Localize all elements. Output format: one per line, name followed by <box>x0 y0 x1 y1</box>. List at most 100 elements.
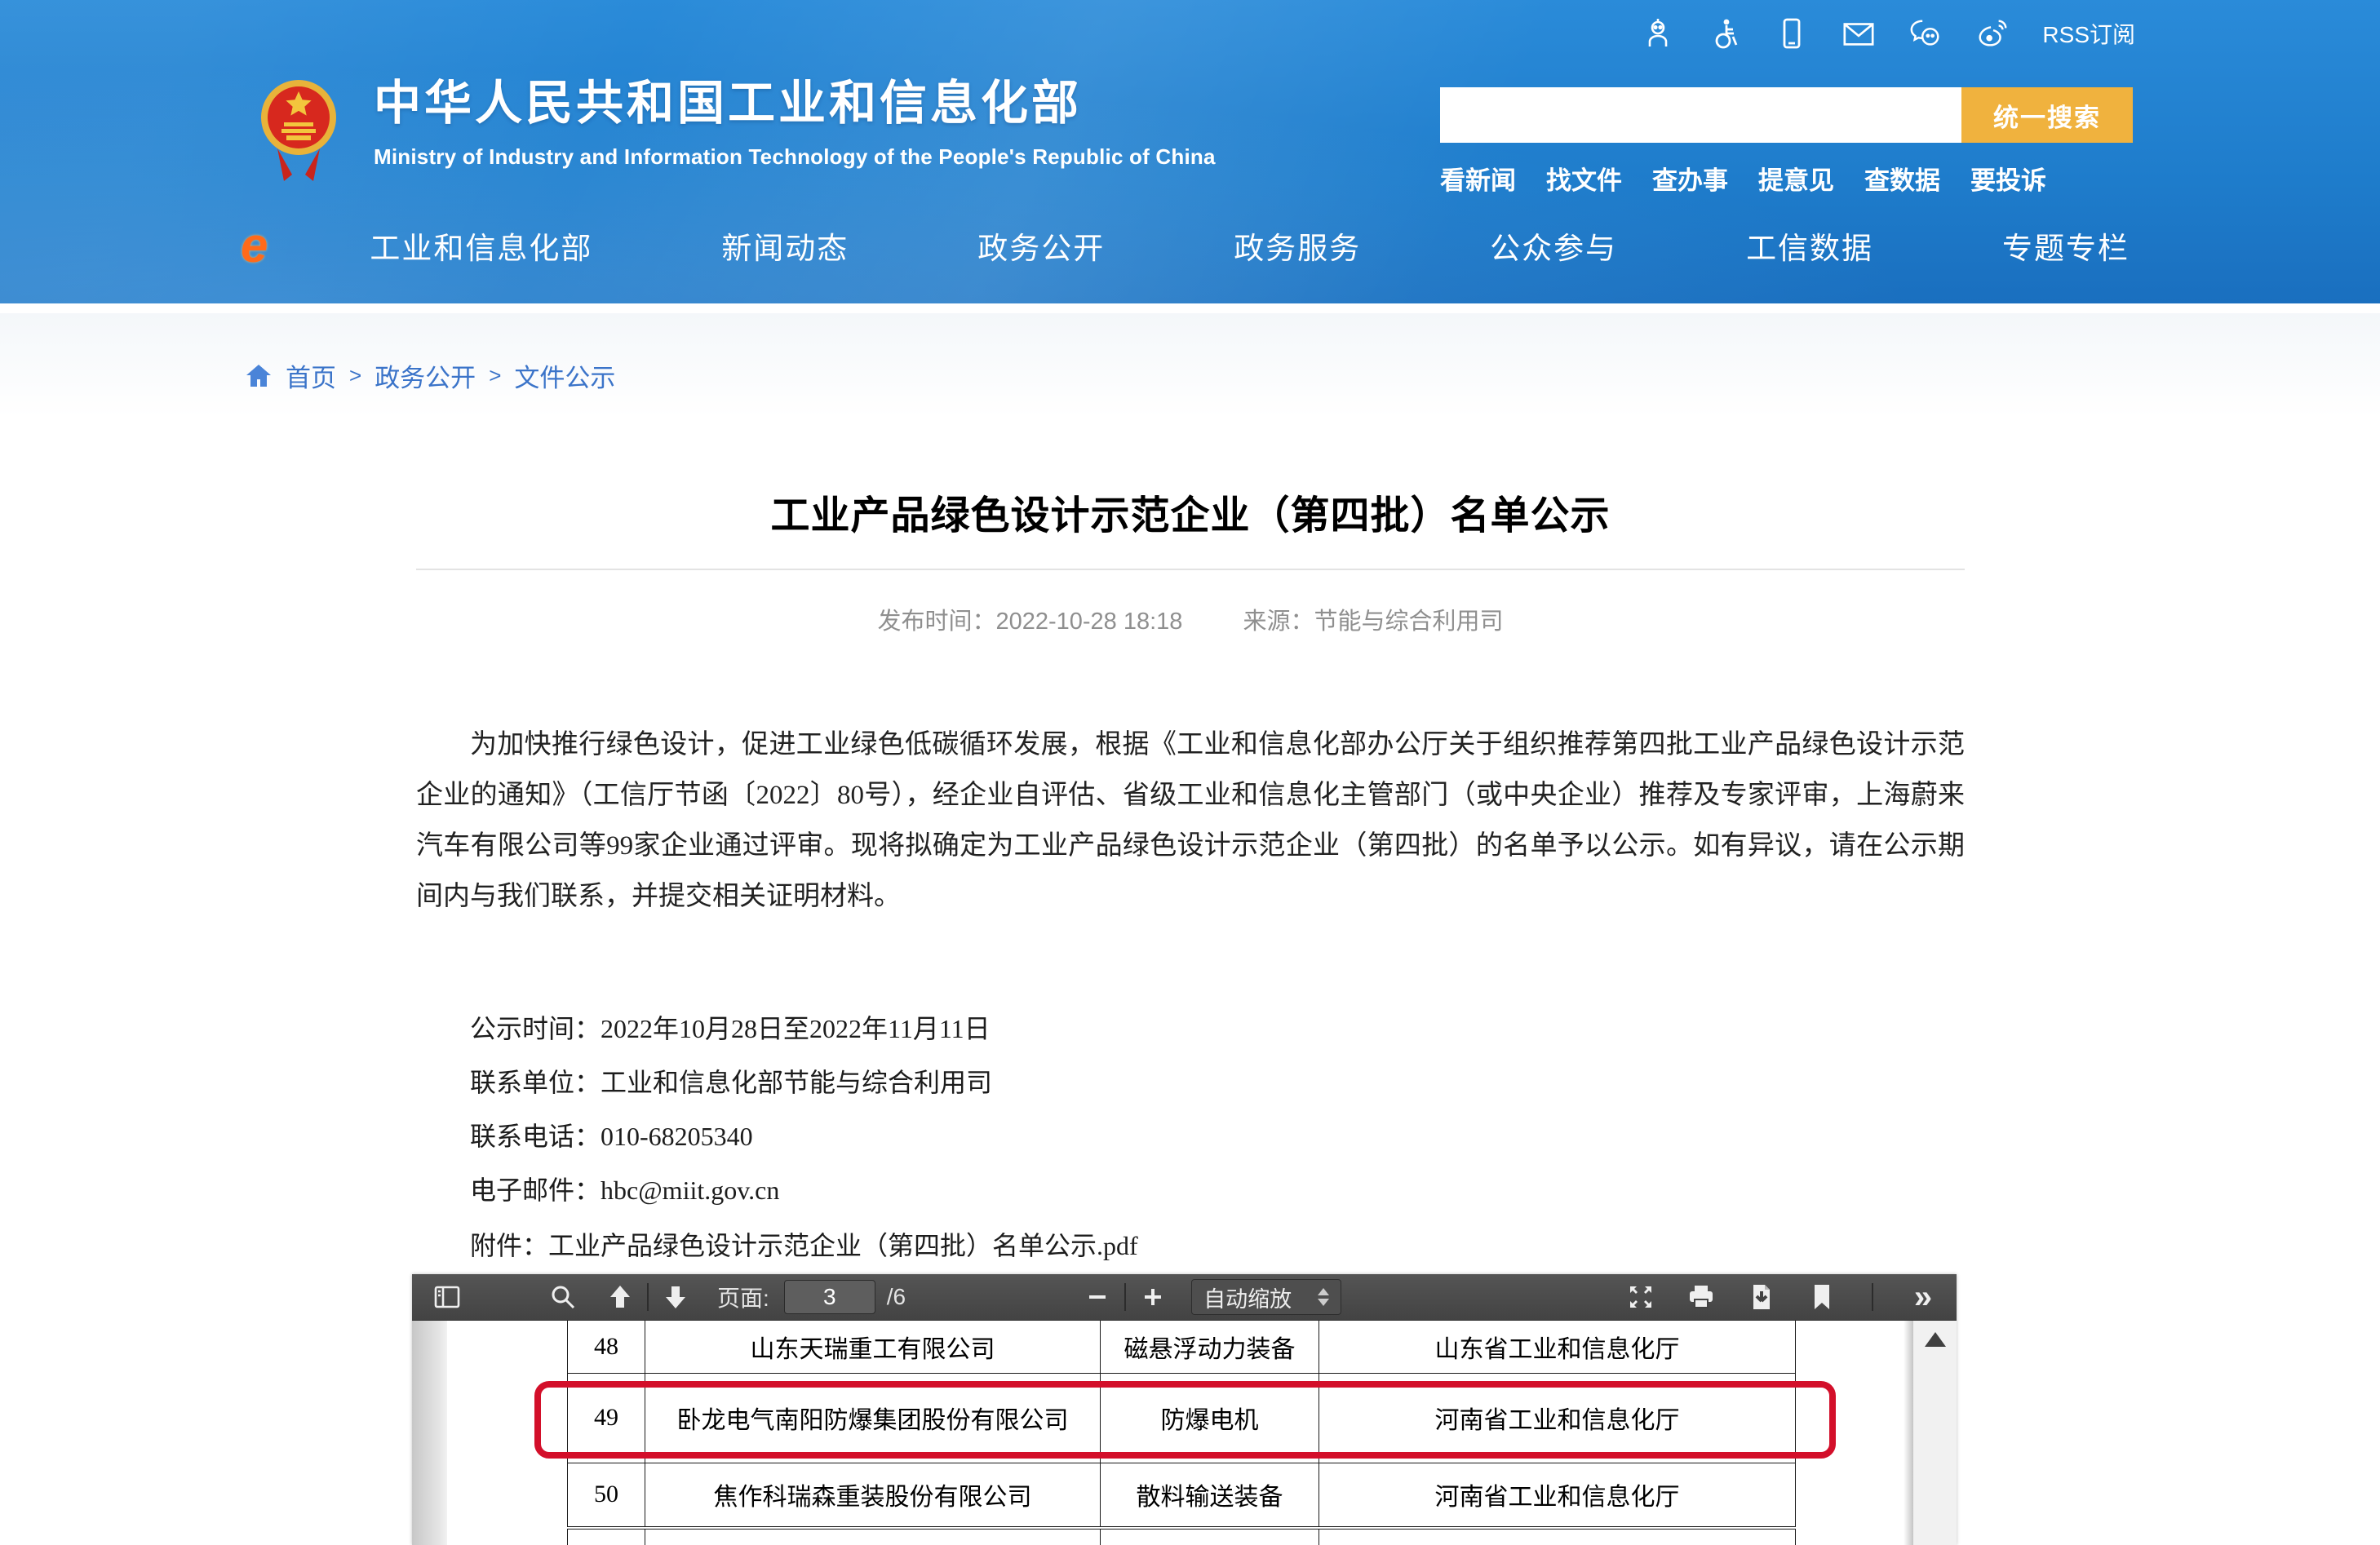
detail-contact-phone: 联系电话：010-68205340 <box>470 1109 992 1163</box>
attachment-row: 附件：工业产品绿色设计示范企业（第四批）名单公示.pdf <box>470 1225 1138 1263</box>
search-icon <box>549 1283 577 1311</box>
breadcrumb-gov-open[interactable]: 政务公开 <box>375 357 476 394</box>
publish-time: 发布时间：2022-10-28 18:18 <box>877 609 1182 635</box>
breadcrumb-separator: > <box>489 363 501 388</box>
mobile-icon[interactable] <box>1775 16 1809 51</box>
site-header: RSS订阅 中华人民共和国工业和信息化部 Ministry of Industr… <box>0 0 2380 303</box>
pdf-sidebar-toggle-button[interactable] <box>428 1278 466 1316</box>
table-row-highlighted: 49 卧龙电气南阳防爆集团股份有限公司 防爆电机 河南省工业和信息化厅 <box>568 1373 1796 1463</box>
title-divider <box>416 569 1965 570</box>
pdf-body: 48 山东天瑞重工有限公司 磁悬浮动力装备 山东省工业和信息化厅 49 卧龙电气… <box>412 1321 1957 1545</box>
cell-company: 卧龙电气南阳防爆集团股份有限公司 <box>645 1373 1101 1463</box>
cell-no: 50 <box>568 1463 645 1528</box>
minus-icon <box>1086 1286 1109 1308</box>
nav-item-participation[interactable]: 公众参与 <box>1490 224 1617 268</box>
scroll-up-arrow-icon[interactable] <box>1925 1332 1946 1347</box>
mail-icon[interactable] <box>1842 16 1876 51</box>
page-number-input[interactable] <box>784 1280 875 1314</box>
pdf-scrollbar[interactable] <box>1913 1321 1957 1545</box>
table-row: 48 山东天瑞重工有限公司 磁悬浮动力装备 山东省工业和信息化厅 <box>568 1321 1796 1373</box>
breadcrumb-file-notice[interactable]: 文件公示 <box>514 357 615 394</box>
nav-item-data[interactable]: 工信数据 <box>1746 224 1873 268</box>
nav-item-gov-service[interactable]: 政务服务 <box>1234 224 1361 268</box>
rss-subscribe-link[interactable]: RSS订阅 <box>2042 17 2135 50</box>
plus-icon <box>1141 1286 1164 1308</box>
site-subtitle: Ministry of Industry and Information Tec… <box>374 144 1216 170</box>
article-title: 工业产品绿色设计示范企业（第四批）名单公示 <box>416 483 1965 540</box>
cell-product: 磁悬浮动力装备 <box>1101 1321 1319 1373</box>
brand-text: 中华人民共和国工业和信息化部 Ministry of Industry and … <box>374 70 1216 170</box>
brand: 中华人民共和国工业和信息化部 Ministry of Industry and … <box>259 70 1216 193</box>
download-icon <box>1748 1283 1775 1311</box>
unified-search-button[interactable]: 统一搜索 <box>1961 87 2133 143</box>
page-label: 页面: <box>717 1281 769 1313</box>
quick-link-files[interactable]: 找文件 <box>1546 160 1622 197</box>
article-paragraph: 为加快推行绿色设计，促进工业绿色低碳循环发展，根据《工业和信息化部办公厅关于组织… <box>416 719 1965 922</box>
weibo-icon[interactable] <box>1975 16 2010 51</box>
site-title: 中华人民共和国工业和信息化部 <box>374 77 1216 131</box>
download-button[interactable] <box>1743 1278 1780 1316</box>
pdf-find-button[interactable] <box>544 1278 582 1316</box>
toolbar-separator <box>647 1283 649 1311</box>
select-caret-icon <box>1318 1288 1329 1306</box>
wechat-icon[interactable] <box>1908 16 1943 51</box>
cell-product: 散料输送装备 <box>1101 1463 1319 1528</box>
zoom-mode-select[interactable]: 自动缩放 <box>1191 1279 1341 1315</box>
cell-department: 河南省工业和信息化厅 <box>1319 1463 1796 1528</box>
quick-link-data[interactable]: 查数据 <box>1864 160 1940 197</box>
print-button[interactable] <box>1682 1278 1720 1316</box>
sidebar-toggle-icon <box>433 1283 461 1311</box>
pdf-page: 48 山东天瑞重工有限公司 磁悬浮动力装备 山东省工业和信息化厅 49 卧龙电气… <box>447 1321 1904 1545</box>
page: RSS订阅 中华人民共和国工业和信息化部 Ministry of Industr… <box>0 0 2380 1545</box>
more-tools-button[interactable]: » <box>1904 1278 1942 1316</box>
pdf-left-gutter <box>412 1321 447 1545</box>
enterprise-table: 48 山东天瑞重工有限公司 磁悬浮动力装备 山东省工业和信息化厅 49 卧龙电气… <box>567 1321 1796 1545</box>
arrow-down-icon <box>663 1283 688 1311</box>
quick-links: 看新闻 找文件 查办事 提意见 查数据 要投诉 <box>1440 160 2046 197</box>
toolbar-separator <box>1124 1283 1126 1311</box>
fullscreen-icon <box>1627 1283 1655 1311</box>
cell-no: 48 <box>568 1321 645 1373</box>
main-nav: e 工业和信息化部 新闻动态 政务公开 政务服务 公众参与 工信数据 专题专栏 <box>241 214 2130 277</box>
attachment-pdf-link[interactable]: 工业产品绿色设计示范企业（第四批）名单公示.pdf <box>548 1231 1138 1260</box>
detail-publicity-period: 公示时间：2022年10月28日至2022年11月11日 <box>470 1002 992 1056</box>
quick-link-complaint[interactable]: 要投诉 <box>1970 160 2046 197</box>
nav-item-gov-open[interactable]: 政务公开 <box>977 224 1105 268</box>
double-chevron-icon: » <box>1914 1281 1932 1313</box>
home-icon[interactable] <box>245 363 273 389</box>
zoom-in-button[interactable] <box>1134 1278 1172 1316</box>
quick-link-news[interactable]: 看新闻 <box>1440 160 1516 197</box>
zoom-controls: 自动缩放 <box>1079 1278 1341 1316</box>
cell-no: 49 <box>568 1373 645 1463</box>
pdf-prev-page-button[interactable] <box>601 1278 639 1316</box>
presentation-mode-button[interactable] <box>1622 1278 1660 1316</box>
cell-department: 山东省工业和信息化厅 <box>1319 1321 1796 1373</box>
nav-e-logo-icon[interactable]: e <box>241 221 268 270</box>
detail-contact-email: 电子邮件：hbc@miit.gov.cn <box>470 1163 992 1217</box>
zoom-out-button[interactable] <box>1079 1278 1116 1316</box>
bookmark-button[interactable] <box>1803 1278 1841 1316</box>
accessibility-icon[interactable] <box>1708 16 1742 51</box>
search-input[interactable] <box>1440 87 1961 143</box>
pdf-next-page-button[interactable] <box>657 1278 694 1316</box>
nav-items: 工业和信息化部 新闻动态 政务公开 政务服务 公众参与 工信数据 专题专栏 <box>370 224 2130 268</box>
page-edge-shadow <box>1904 1321 1913 1545</box>
bookmark-icon <box>1811 1283 1833 1311</box>
toolbar-separator <box>1872 1283 1873 1311</box>
topbar: RSS订阅 <box>1641 16 2135 51</box>
nav-item-topics[interactable]: 专题专栏 <box>2002 224 2130 268</box>
arrow-up-icon <box>608 1283 632 1311</box>
nav-item-news[interactable]: 新闻动态 <box>721 224 849 268</box>
breadcrumb-home[interactable]: 首页 <box>286 357 336 394</box>
printer-icon <box>1686 1283 1716 1311</box>
zoom-mode-value: 自动缩放 <box>1203 1282 1292 1313</box>
quick-link-suggest[interactable]: 提意见 <box>1758 160 1834 197</box>
nav-item-miit[interactable]: 工业和信息化部 <box>370 224 592 268</box>
article-meta: 发布时间：2022-10-28 18:18 来源：节能与综合利用司 <box>416 602 1965 636</box>
page-total: /6 <box>887 1284 906 1310</box>
cell-company: 焦作科瑞森重装股份有限公司 <box>645 1463 1101 1528</box>
quick-link-services[interactable]: 查办事 <box>1652 160 1728 197</box>
assistant-robot-icon[interactable] <box>1641 16 1675 51</box>
pdf-toolbar-right: » <box>1622 1278 1942 1316</box>
cell-department: 河南省工业和信息化厅 <box>1319 1373 1796 1463</box>
